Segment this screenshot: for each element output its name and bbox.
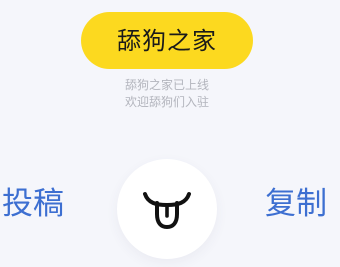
app-title-badge: 舔狗之家: [81, 12, 253, 69]
generate-button[interactable]: [117, 159, 217, 259]
subtitle-line-1: 舔狗之家已上线: [124, 78, 209, 92]
subtitle-line-2: 欢迎舔狗们入驻: [124, 95, 209, 109]
app-title: 舔狗之家: [117, 26, 217, 55]
copy-button[interactable]: 复制: [265, 189, 327, 220]
tongue-face-icon: [143, 192, 191, 229]
subtitle-block: 舔狗之家已上线 欢迎舔狗们入驻: [0, 77, 334, 111]
submit-button[interactable]: 投稿: [2, 189, 64, 220]
